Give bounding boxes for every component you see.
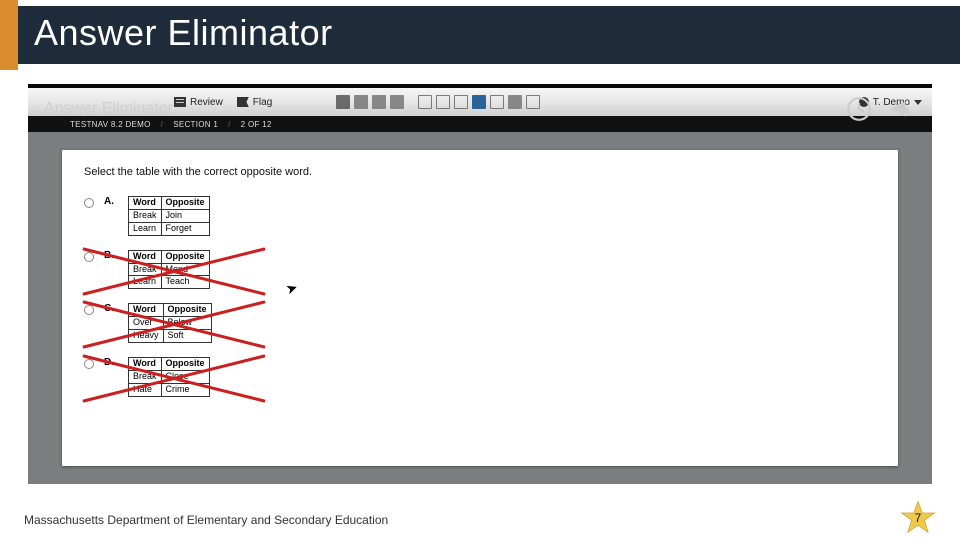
table-cell: Learn [129,276,162,289]
choice-label: D. [104,357,118,368]
chevron-down-icon [914,100,922,105]
table-cell: Over [129,317,164,330]
answer-choice[interactable]: D. WordOppositeBreakCloseHateCrime [84,357,264,397]
table-header-cell: Opposite [161,358,209,371]
tool-icon[interactable] [490,95,504,109]
tool-icon[interactable] [354,95,368,109]
radio-icon[interactable] [84,252,94,262]
tool-icon[interactable] [418,95,432,109]
table-cell: Join [161,209,209,222]
choice-label: C. [104,303,118,314]
page-number-star: 7 [900,500,936,536]
tool-group-1 [336,95,404,109]
answer-choice[interactable]: C. WordOppositeOverBelowHeavySoft [84,303,264,343]
crumb-product: TESTNAV 8.2 DEMO [70,120,151,129]
tool-icon[interactable] [436,95,450,109]
flag-icon [237,97,249,107]
crumb-progress: 2 OF 12 [241,120,272,129]
tool-icon[interactable] [390,95,404,109]
table-header-cell: Opposite [163,304,211,317]
table-header-cell: Word [129,197,162,210]
crumb-sep: / [228,120,231,129]
watch-later-icon[interactable] [846,96,872,122]
review-button[interactable]: Review [174,97,223,108]
table-cell: Forget [161,222,209,235]
question-prompt: Select the table with the correct opposi… [84,166,876,178]
choice-table: WordOppositeBreakMendLearnTeach [128,250,210,290]
table-cell: Break [129,263,162,276]
table-cell: Crime [161,383,209,396]
choice-label: A. [104,196,118,207]
work-area: Select the table with the correct opposi… [28,132,932,484]
radio-icon[interactable] [84,359,94,369]
video-frame: Review Flag T. Demo TESTNAV 8.2 [28,84,932,484]
tool-icon[interactable] [526,95,540,109]
tool-icon[interactable] [508,95,522,109]
slide-footer: Massachusetts Department of Elementary a… [0,500,960,540]
table-header-cell: Word [129,250,162,263]
page-number: 7 [900,500,936,536]
table-header-cell: Opposite [161,250,209,263]
table-cell: Mend [161,263,209,276]
table-header-cell: Opposite [161,197,209,210]
breadcrumb: TESTNAV 8.2 DEMO / SECTION 1 / 2 OF 12 [28,116,932,132]
answer-choice[interactable]: A. WordOppositeBreakJoinLearnForget [84,196,264,236]
pointer-tool-icon[interactable] [336,95,350,109]
tool-icon[interactable] [372,95,386,109]
review-icon [174,97,186,107]
share-icon[interactable] [886,96,912,122]
choice-table: WordOppositeBreakCloseHateCrime [128,357,210,397]
table-cell: Teach [161,276,209,289]
answer-eliminator-tool-icon[interactable] [472,95,486,109]
footer-text: Massachusetts Department of Elementary a… [24,513,388,527]
flag-label: Flag [253,97,272,108]
question-card: Select the table with the correct opposi… [62,150,898,466]
table-cell: Close [161,370,209,383]
crumb-sep: / [161,120,164,129]
table-cell: Learn [129,222,162,235]
flag-button[interactable]: Flag [237,97,272,108]
table-header-cell: Word [129,304,164,317]
video-overlay-title: Answer Eliminator [44,100,173,118]
table-cell: Soft [163,330,211,343]
radio-icon[interactable] [84,305,94,315]
choice-label: B. [104,250,118,261]
choice-table: WordOppositeOverBelowHeavySoft [128,303,212,343]
radio-icon[interactable] [84,198,94,208]
crumb-section: SECTION 1 [173,120,218,129]
table-header-cell: Word [129,358,162,371]
table-cell: Heavy [129,330,164,343]
review-label: Review [190,97,223,108]
tool-group-2 [418,95,540,109]
choice-table: WordOppositeBreakJoinLearnForget [128,196,210,236]
slide-title: Answer Eliminator [34,12,333,54]
slide-title-bar: Answer Eliminator [0,0,960,64]
table-cell: Break [129,209,162,222]
answer-choice[interactable]: B. WordOppositeBreakMendLearnTeach [84,250,264,290]
tool-icon[interactable] [454,95,468,109]
table-cell: Break [129,370,162,383]
table-cell: Hate [129,383,162,396]
table-cell: Below [163,317,211,330]
